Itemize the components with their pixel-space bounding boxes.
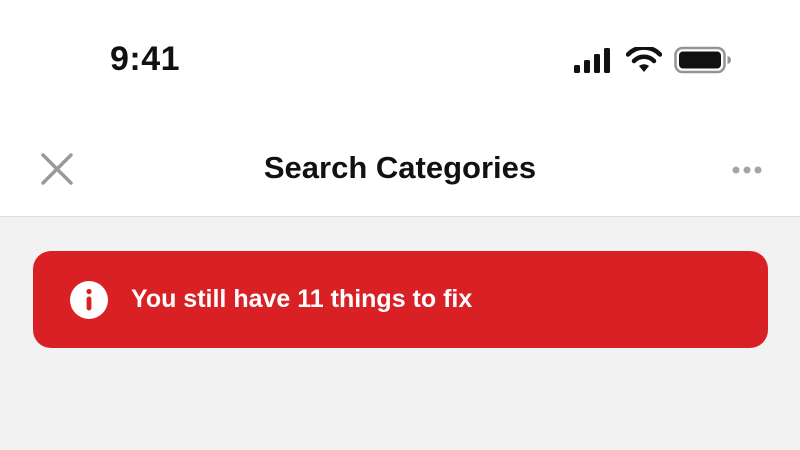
battery-icon (674, 46, 732, 79)
wifi-icon (625, 45, 663, 78)
banner-message: You still have 11 things to fix (131, 285, 473, 313)
top-area: 9:41 Search Categories (0, 0, 800, 216)
header-divider (0, 216, 800, 217)
status-icons (574, 45, 732, 79)
cellular-signal-icon (574, 47, 614, 78)
app-screen: 9:41 Search Categories You still have 11… (0, 0, 800, 450)
more-horizontal-icon (732, 166, 762, 174)
error-banner[interactable]: You still have 11 things to fix (33, 251, 768, 348)
status-time: 9:41 (110, 40, 181, 78)
page-title: Search Categories (263, 150, 537, 185)
more-options-button[interactable] (728, 158, 768, 182)
info-icon (69, 280, 109, 320)
